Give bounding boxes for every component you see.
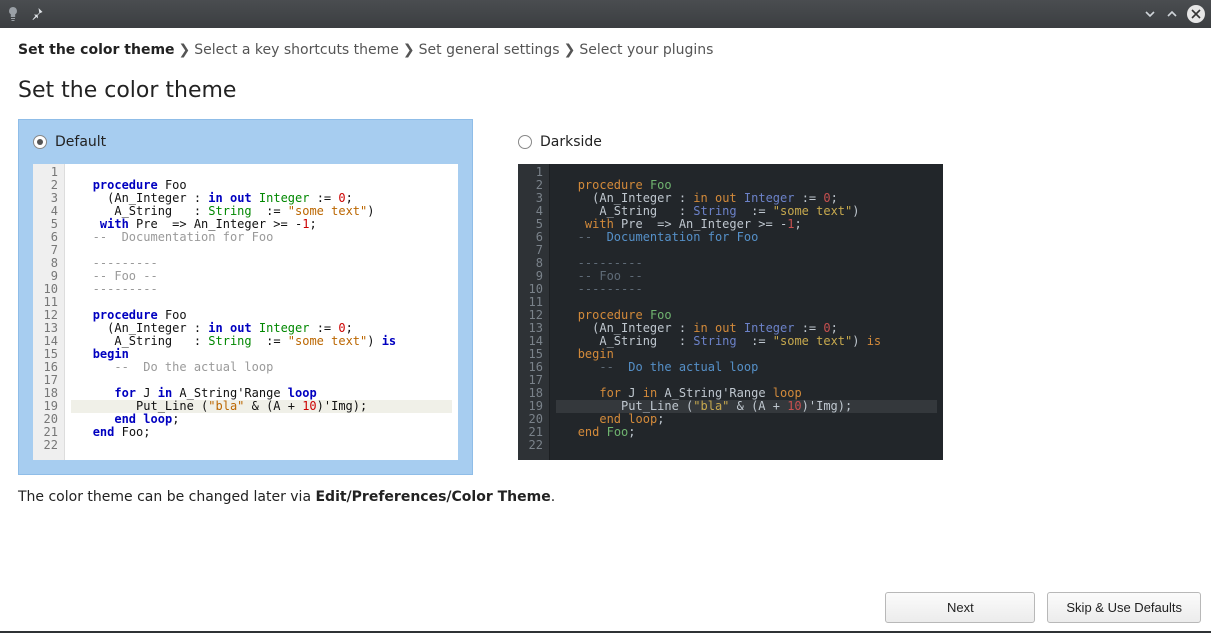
code-preview-darkside: 12345678910111213141516171819202122 proc… (518, 164, 943, 460)
breadcrumb-step-1[interactable]: Set the color theme (18, 42, 175, 58)
bulb-icon (6, 7, 20, 21)
breadcrumb-step-4[interactable]: Select your plugins (579, 42, 713, 58)
footnote: The color theme can be changed later via… (18, 489, 1193, 505)
theme-option-darkside[interactable]: Darkside 1234567891011121314151617181920… (503, 119, 958, 475)
breadcrumb-step-2[interactable]: Select a key shortcuts theme (194, 42, 399, 58)
radio-default[interactable] (33, 135, 47, 149)
chevron-right-icon: ❯ (403, 42, 415, 58)
chevron-up-icon[interactable] (1165, 7, 1179, 21)
close-icon[interactable] (1187, 5, 1205, 23)
radio-darkside[interactable] (518, 135, 532, 149)
next-button[interactable]: Next (885, 592, 1035, 623)
code-preview-default: 12345678910111213141516171819202122 proc… (33, 164, 458, 460)
chevron-right-icon: ❯ (179, 42, 191, 58)
breadcrumb-step-3[interactable]: Set general settings (419, 42, 560, 58)
pin-icon[interactable] (30, 7, 44, 21)
theme-label-default: Default (55, 134, 106, 150)
chevron-down-icon[interactable] (1143, 7, 1157, 21)
theme-option-default[interactable]: Default 12345678910111213141516171819202… (18, 119, 473, 475)
titlebar (0, 0, 1211, 28)
breadcrumb: Set the color theme ❯ Select a key short… (18, 42, 1193, 58)
theme-label-darkside: Darkside (540, 134, 602, 150)
page-title: Set the color theme (18, 78, 1193, 103)
chevron-right-icon: ❯ (564, 42, 576, 58)
action-bar: Next Skip & Use Defaults (885, 592, 1201, 623)
skip-defaults-button[interactable]: Skip & Use Defaults (1047, 592, 1201, 623)
